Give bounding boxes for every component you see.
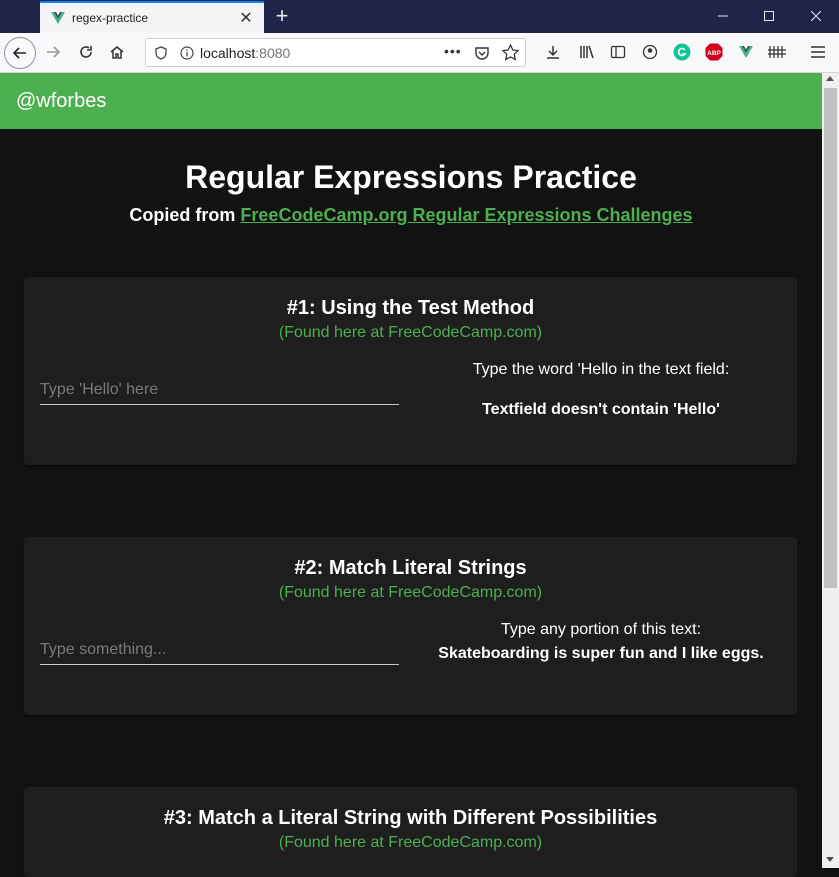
close-window-button[interactable] xyxy=(793,0,839,32)
page-title: Regular Expressions Practice xyxy=(185,159,637,195)
library-icon[interactable] xyxy=(574,39,600,65)
vue-logo-icon xyxy=(51,12,65,24)
svg-text:ABP: ABP xyxy=(707,50,721,57)
scroll-thumb[interactable] xyxy=(824,88,837,588)
reload-button[interactable] xyxy=(71,37,101,67)
home-button[interactable] xyxy=(102,37,132,67)
fcc-challenges-link[interactable]: FreeCodeCamp.org Regular Expressions Cha… xyxy=(240,205,692,225)
browser-tab[interactable]: regex-practice ✕ xyxy=(40,1,264,33)
forward-button[interactable] xyxy=(38,37,68,67)
minimize-icon xyxy=(718,15,728,17)
hello-field[interactable] xyxy=(40,375,399,405)
home-icon xyxy=(110,46,124,59)
card-result: Skateboarding is super fun and I like eg… xyxy=(438,645,764,662)
card-source-link[interactable]: (Found here at FreeCodeCamp.com) xyxy=(24,834,797,852)
url-text: localhost:8080 xyxy=(200,44,291,61)
forward-arrow-icon xyxy=(47,46,61,58)
card-prompt: Type the word 'Hello in the text field: xyxy=(472,361,730,378)
page-content: Regular Expressions Practice Copied from… xyxy=(0,129,822,877)
card-result: Textfield doesn't contain 'Hello' xyxy=(482,401,720,418)
shield-icon xyxy=(155,45,167,60)
card-prompt: Type any portion of this text: xyxy=(500,621,702,638)
challenge-card-2: #2: Match Literal Strings (Found here at… xyxy=(24,537,797,715)
vue-devtools-icon[interactable] xyxy=(733,39,759,65)
card-title: #2: Match Literal Strings xyxy=(294,557,527,579)
minimize-button[interactable] xyxy=(700,0,746,32)
literal-string-field[interactable] xyxy=(40,635,399,665)
extension-grid-icon[interactable] xyxy=(764,39,790,65)
scroll-down-icon[interactable] xyxy=(826,857,834,862)
scroll-up-icon[interactable] xyxy=(826,76,834,81)
back-button[interactable] xyxy=(4,37,36,69)
challenge-card-3: #3: Match a Literal String with Differen… xyxy=(24,787,797,877)
browser-nav-bar: localhost:8080 ••• ABP xyxy=(0,33,839,73)
card-source-link[interactable]: (Found here at FreeCodeCamp.com) xyxy=(24,324,797,342)
pocket-icon[interactable] xyxy=(474,45,490,61)
new-tab-button[interactable]: + xyxy=(270,2,294,30)
card-title: #3: Match a Literal String with Differen… xyxy=(163,807,658,829)
back-arrow-icon xyxy=(12,47,26,59)
app-bar: @wforbes xyxy=(0,73,822,129)
literal-string-input[interactable] xyxy=(40,635,399,664)
page-subtitle: Copied from FreeCodeCamp.org Regular Exp… xyxy=(129,205,693,225)
maximize-button[interactable] xyxy=(746,0,792,32)
browser-tab-bar: regex-practice ✕ + xyxy=(0,0,839,33)
url-bar[interactable]: localhost:8080 ••• xyxy=(145,38,526,67)
tab-close-icon[interactable]: ✕ xyxy=(234,8,258,28)
menu-icon[interactable] xyxy=(805,39,831,65)
account-icon[interactable] xyxy=(637,39,663,65)
info-icon[interactable] xyxy=(180,45,194,60)
page-scrollbar[interactable] xyxy=(822,73,839,868)
card-source-link[interactable]: (Found here at FreeCodeCamp.com) xyxy=(24,584,797,602)
downloads-icon[interactable] xyxy=(540,39,566,65)
tab-title: regex-practice xyxy=(72,11,149,25)
close-icon xyxy=(811,11,821,21)
bookmark-star-icon[interactable] xyxy=(502,44,519,61)
hello-input[interactable] xyxy=(40,375,399,404)
reload-icon xyxy=(80,46,92,58)
challenge-card-1: #1: Using the Test Method (Found here at… xyxy=(24,277,797,465)
card-title: #1: Using the Test Method xyxy=(286,297,535,319)
grammarly-icon[interactable] xyxy=(669,39,695,65)
app-handle[interactable]: @wforbes xyxy=(16,90,106,113)
sidebar-icon[interactable] xyxy=(605,39,631,65)
adblock-icon[interactable]: ABP xyxy=(701,39,727,65)
more-actions-icon[interactable]: ••• xyxy=(444,43,462,59)
maximize-icon xyxy=(764,11,774,21)
